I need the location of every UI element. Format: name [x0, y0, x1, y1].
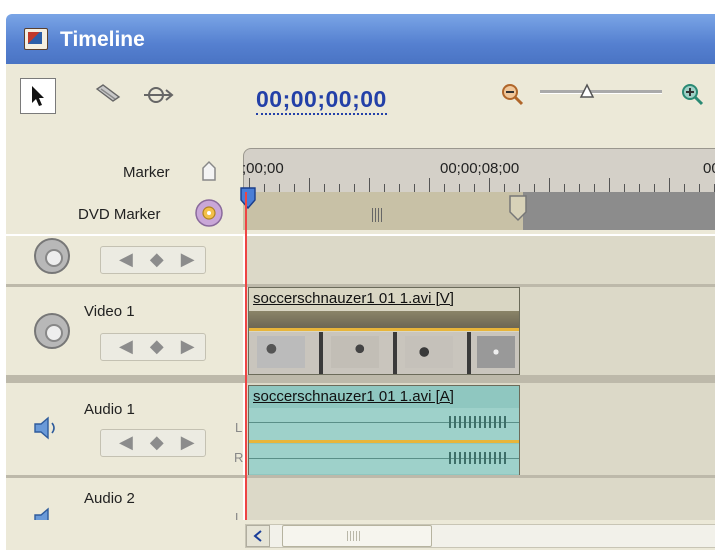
ruler-tick: [384, 184, 385, 192]
scroll-left-button[interactable]: [246, 525, 270, 547]
volume-line[interactable]: [249, 440, 519, 443]
ruler-tick: [489, 178, 490, 192]
speaker-icon: [34, 416, 55, 440]
dvd-marker-icon[interactable]: [192, 198, 226, 228]
thumbnail-frame: [257, 336, 305, 368]
zoom-slider-track[interactable]: [540, 90, 662, 94]
audio-clip-title: soccerschnauzer1 01 1.avi [A]: [249, 386, 519, 407]
ruler-tick: [519, 184, 520, 192]
film-reel-icon: [34, 238, 70, 274]
ruler-tick: [534, 184, 535, 192]
ruler-tick: [669, 178, 670, 192]
audio-clip[interactable]: soccerschnauzer1 01 1.avi [A]: [248, 385, 520, 477]
video-audio-divider[interactable]: [6, 375, 715, 383]
ruler-tick: [654, 184, 655, 192]
keyframe-nav-arrows[interactable]: ◀ ◆ ▶: [119, 432, 201, 453]
selection-tool-button[interactable]: [20, 78, 56, 114]
current-time-indicator-line[interactable]: [245, 192, 247, 542]
work-area-grip[interactable]: [372, 208, 384, 222]
audio-waveform-left: [249, 408, 519, 440]
ruler-tick: [459, 184, 460, 192]
ruler-tick: [429, 178, 430, 192]
ruler-tick: [324, 184, 325, 192]
ruler-tick: [444, 184, 445, 192]
ruler-tick: [474, 184, 475, 192]
ruler-ticks: [243, 178, 715, 198]
zoom-out-icon[interactable]: [500, 82, 526, 108]
ruler-tick: [264, 184, 265, 192]
thumbnail-frame: [405, 336, 453, 368]
audio-waveform-right: [249, 444, 519, 474]
ruler-tick: [549, 178, 550, 192]
keyframe-nav-arrows[interactable]: ◀ ◆ ▶: [119, 249, 201, 270]
razor-tool-button[interactable]: [90, 78, 124, 112]
ruler-tick: [594, 184, 595, 192]
timeline-toolbar: 00;00;00;00: [6, 64, 715, 134]
keyframe-controls[interactable]: ◀ ◆ ▶: [100, 246, 206, 274]
chevron-left-icon: [253, 530, 262, 542]
ruler-tick: [309, 178, 310, 192]
scrollbar-thumb[interactable]: [282, 525, 432, 547]
window-title: Timeline: [60, 28, 145, 51]
keyframe-controls[interactable]: ◀ ◆ ▶: [100, 333, 206, 361]
ruler-tick: [699, 184, 700, 192]
thumbnail-frame: [331, 336, 379, 368]
window-title-bar[interactable]: Timeline: [6, 14, 715, 64]
video-clip-title: soccerschnauzer1 01 1.avi [V]: [249, 288, 519, 309]
keyframe-nav-arrows[interactable]: ◀ ◆ ▶: [119, 336, 201, 357]
timeline-window-icon: [24, 28, 48, 50]
ruler-time-mid: 00;00;08;00: [440, 160, 520, 177]
opacity-line[interactable]: [249, 328, 519, 331]
ruler-tick: [369, 178, 370, 192]
timecode-display[interactable]: 00;00;00;00: [256, 86, 387, 115]
arrow-pointer-icon: [32, 86, 44, 106]
track-label-video-1: Video 1: [84, 303, 135, 320]
dvd-marker-label: DVD Marker: [78, 206, 161, 223]
marker-icon[interactable]: [200, 160, 218, 182]
track-header-video-2[interactable]: ◀ ◆ ▶: [6, 236, 243, 284]
ruler-tick: [564, 184, 565, 192]
marker-label: Marker: [123, 164, 170, 181]
ruler-time-end: 00: [703, 160, 715, 177]
keyframe-controls[interactable]: ◀ ◆ ▶: [100, 429, 206, 457]
ruler-tick: [294, 184, 295, 192]
track-header-video-1[interactable]: Video 1 ◀ ◆ ▶: [6, 287, 243, 375]
ruler-tick: [579, 184, 580, 192]
track-select-icon: [144, 87, 174, 103]
ruler-tick: [624, 184, 625, 192]
track-area-audio-2[interactable]: [245, 478, 715, 520]
work-area-end-handle[interactable]: [508, 194, 530, 222]
right-channel-label: R: [234, 450, 244, 465]
ruler-tick: [354, 184, 355, 192]
ruler-tick: [279, 184, 280, 192]
scrollbar-grip: [347, 531, 361, 541]
ruler-tick: [399, 184, 400, 192]
zoom-in-icon[interactable]: [680, 82, 706, 108]
video-clip[interactable]: soccerschnauzer1 01 1.avi [V]: [248, 287, 520, 375]
current-time-indicator-head[interactable]: [238, 186, 258, 216]
razor-icon: [95, 84, 121, 102]
track-select-tool-button[interactable]: [140, 78, 174, 112]
left-channel-label: L: [235, 420, 243, 435]
video-clip-top-strip: [249, 311, 519, 329]
track-label-audio-2: Audio 2: [84, 490, 135, 507]
thumbnail-frame: [477, 336, 515, 368]
ruler-tick: [609, 178, 610, 192]
track-area-video-2[interactable]: [245, 236, 715, 284]
zoom-slider-thumb[interactable]: [579, 83, 595, 99]
ruler-time-start: ;00;00: [242, 160, 284, 177]
ruler-tick: [414, 184, 415, 192]
track-header-audio-2[interactable]: Audio 2 L: [6, 478, 243, 525]
ruler-tick: [639, 184, 640, 192]
track-label-audio-1: Audio 1: [84, 401, 135, 418]
ruler-tick: [339, 184, 340, 192]
ruler-tick: [504, 184, 505, 192]
ruler-tick: [684, 184, 685, 192]
film-reel-icon: [34, 313, 70, 349]
track-header-audio-1[interactable]: Audio 1 ◀ ◆ ▶ L R: [6, 383, 243, 475]
